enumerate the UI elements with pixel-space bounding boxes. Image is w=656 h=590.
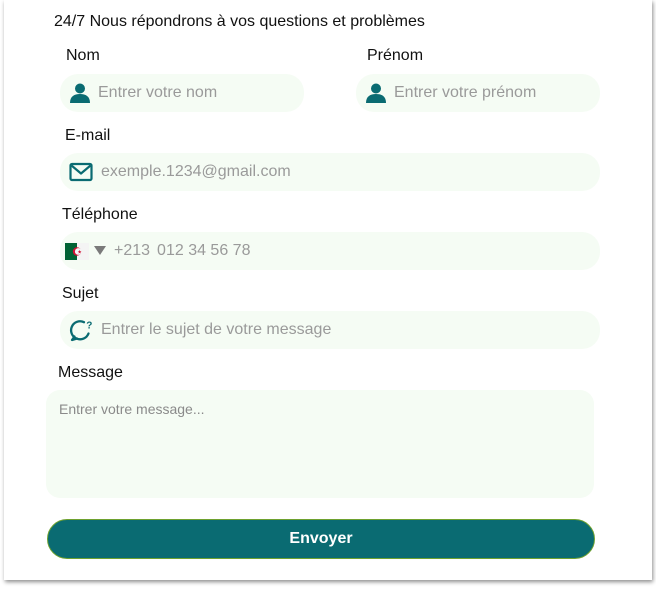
prenom-label: Prénom <box>367 47 424 64</box>
telephone-input[interactable] <box>157 242 600 260</box>
email-input[interactable] <box>101 163 600 181</box>
message-label: Message <box>58 364 123 381</box>
country-code: +213 <box>114 242 151 259</box>
email-field <box>60 153 600 191</box>
algeria-flag-icon <box>64 242 90 260</box>
contact-form-card: 24/7 Nous répondrons à vos questions et … <box>4 0 652 580</box>
message-field <box>46 390 594 498</box>
user-icon <box>364 81 388 105</box>
prenom-input[interactable] <box>394 84 600 102</box>
sujet-label: Sujet <box>62 285 99 302</box>
telephone-field: +213 <box>60 232 600 270</box>
chevron-down-icon <box>94 246 106 256</box>
prenom-field <box>356 74 600 112</box>
chat-question-icon: ? <box>68 318 94 342</box>
envoyer-button[interactable]: Envoyer <box>47 519 595 559</box>
svg-text:?: ? <box>86 321 92 332</box>
nom-input[interactable] <box>98 84 304 102</box>
nom-label: Nom <box>66 47 100 64</box>
mail-icon <box>68 160 94 184</box>
user-icon <box>68 81 92 105</box>
form-heading: 24/7 Nous répondrons à vos questions et … <box>54 13 425 30</box>
email-label: E-mail <box>65 127 111 144</box>
sujet-input[interactable] <box>101 321 600 339</box>
telephone-label: Téléphone <box>62 206 138 223</box>
country-selector[interactable] <box>64 242 106 260</box>
message-textarea[interactable] <box>46 390 594 498</box>
nom-field <box>60 74 304 112</box>
sujet-field: ? <box>60 311 600 349</box>
